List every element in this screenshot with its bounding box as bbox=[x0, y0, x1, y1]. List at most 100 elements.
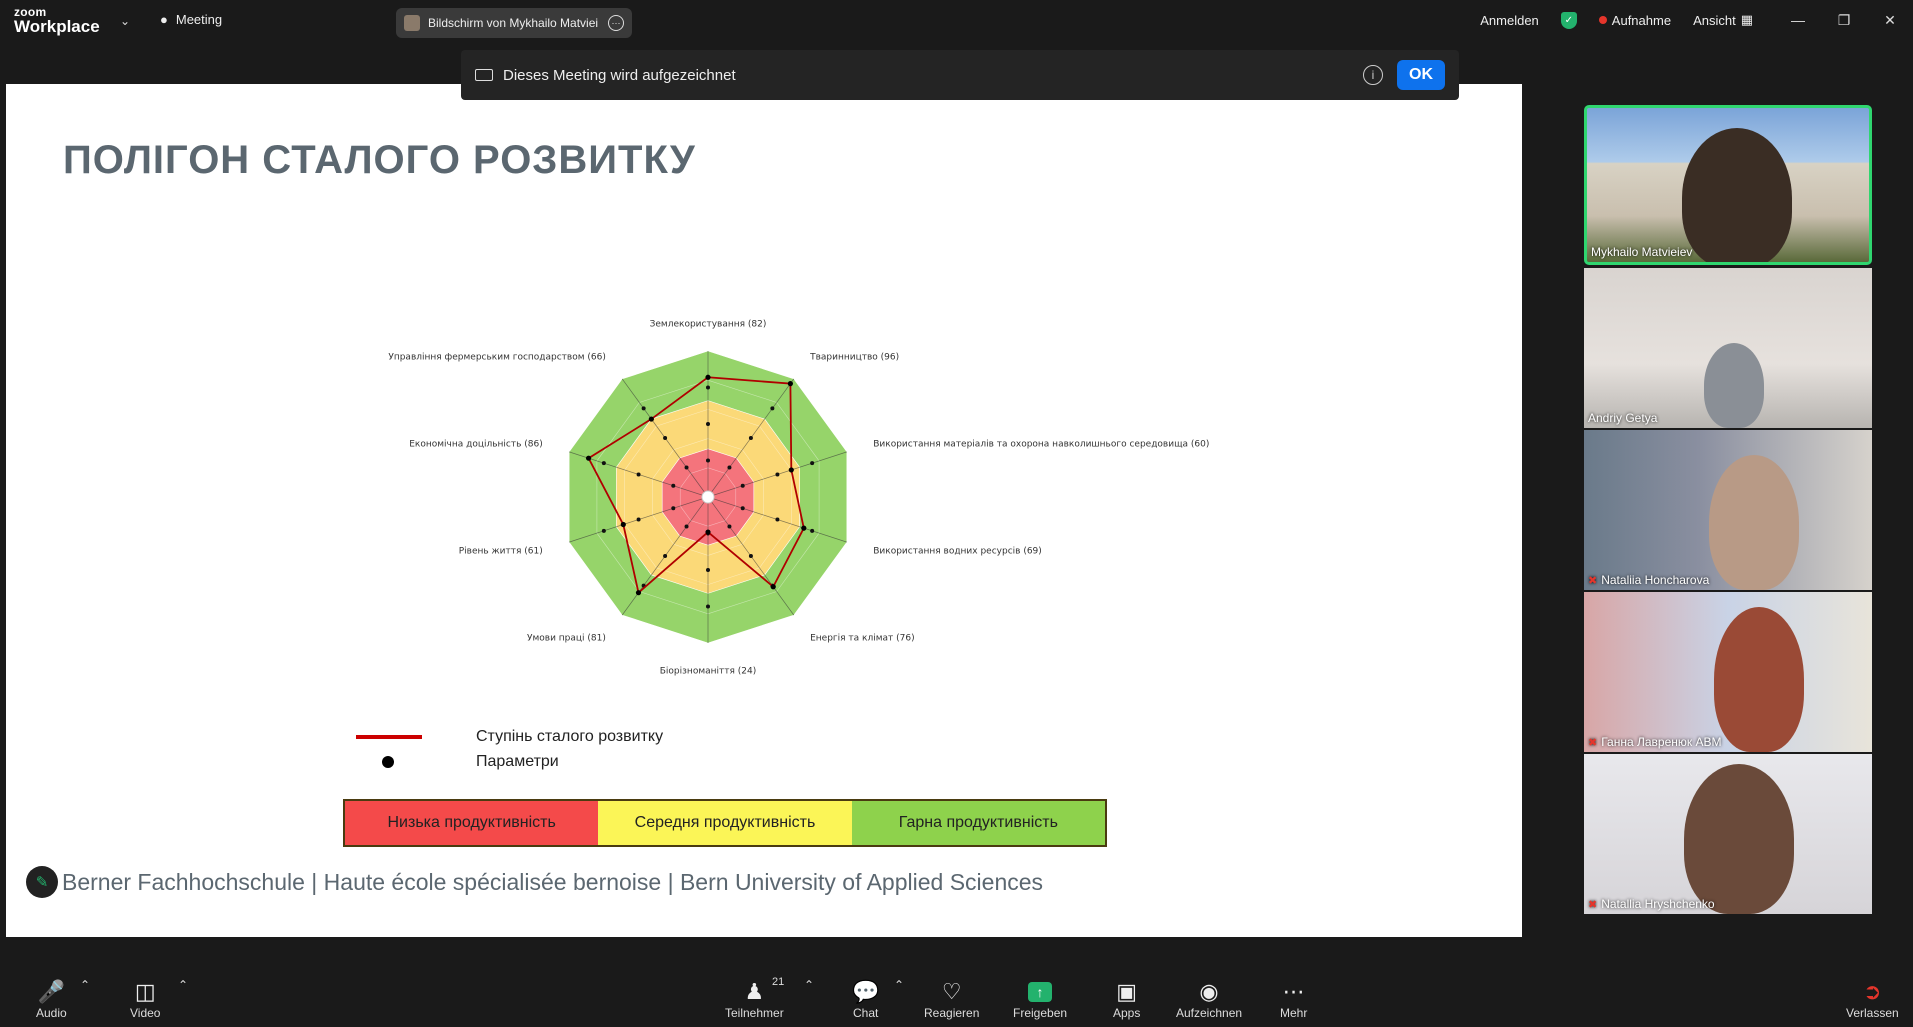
video-button[interactable]: ◫ Video bbox=[130, 978, 160, 1020]
meeting-tab[interactable]: ● Meeting bbox=[160, 12, 222, 27]
record-dot-icon bbox=[1598, 16, 1607, 24]
video-tile-4[interactable]: ✖ Ганна Лавренюк ABM bbox=[1584, 592, 1872, 752]
share-button[interactable]: ↑ Freigeben bbox=[1013, 978, 1067, 1020]
radar-tick-dot bbox=[671, 483, 676, 488]
sharer-avatar bbox=[404, 15, 420, 31]
close-button[interactable]: ✕ bbox=[1867, 12, 1913, 29]
radar-point bbox=[770, 584, 776, 590]
view-button[interactable]: Ansicht ▦ bbox=[1693, 12, 1753, 28]
radar-axis-label: Використання матеріалів та охорона навко… bbox=[873, 439, 1209, 449]
ellipsis-icon: ⋯ bbox=[1282, 979, 1305, 1004]
participant-video bbox=[1684, 764, 1794, 914]
share-arrow-icon: ↑ bbox=[1028, 982, 1053, 1002]
radar-point bbox=[801, 525, 807, 531]
more-options-icon[interactable]: ··· bbox=[608, 15, 624, 31]
chart-legend: Ступінь сталого розвитку Параметри bbox=[356, 724, 663, 774]
share-label: Freigeben bbox=[1013, 1006, 1068, 1020]
paw-icon: ● bbox=[160, 12, 168, 27]
more-button[interactable]: ⋯ Mehr bbox=[1280, 978, 1307, 1020]
participant-name-tag: Andriy Getya bbox=[1588, 411, 1657, 425]
leave-icon: ➲ bbox=[1863, 979, 1882, 1004]
productivity-scale: Низька продуктивність Середня продуктивн… bbox=[343, 799, 1107, 847]
notice-text: Dieses Meeting wird aufgezeichnet bbox=[503, 66, 736, 84]
radar-tick-dot bbox=[706, 385, 710, 390]
participant-name: Natallia Hryshchenko bbox=[1601, 897, 1715, 911]
red-line-swatch bbox=[356, 734, 422, 739]
recording-notice: Dieses Meeting wird aufgezeichnet i OK bbox=[461, 50, 1459, 100]
video-tile-1[interactable]: Mykhailo Matvieiev bbox=[1584, 105, 1872, 265]
participant-video bbox=[1682, 128, 1792, 262]
leave-label: Verlassen bbox=[1846, 1006, 1899, 1020]
radar-point bbox=[788, 467, 794, 473]
info-icon[interactable]: i bbox=[1363, 65, 1383, 85]
participant-name-tag: ✖ Ганна Лавренюк ABM bbox=[1588, 735, 1721, 749]
productivity-high: Гарна продуктивність bbox=[851, 801, 1105, 845]
record-label: Aufzeichnen bbox=[1176, 1006, 1243, 1020]
radar-tick-dot bbox=[748, 554, 753, 559]
radar-axis-label: Землекористування (82) bbox=[650, 319, 767, 329]
mic-off-icon: ✖ bbox=[1588, 574, 1598, 587]
audio-button[interactable]: 🎤 Audio bbox=[36, 978, 67, 1020]
video-options-chevron-icon[interactable]: ⌃ bbox=[178, 978, 188, 992]
radar-tick-dot bbox=[706, 458, 710, 463]
view-label: Ansicht bbox=[1693, 12, 1736, 28]
dot-swatch bbox=[382, 755, 394, 768]
meeting-toolbar: 🎤 Audio ⌃ ◫ Video ⌃ ♟ Teilnehmer 21 ⌃ 💬 … bbox=[0, 972, 1913, 1027]
annotate-pen-icon[interactable]: ✎ bbox=[26, 866, 58, 898]
radar-tick-dot bbox=[663, 435, 668, 440]
chat-button[interactable]: 💬 Chat bbox=[852, 978, 879, 1020]
participant-video bbox=[1714, 607, 1804, 752]
audio-label: Audio bbox=[36, 1006, 67, 1020]
participant-name: Ганна Лавренюк ABM bbox=[1601, 735, 1722, 749]
chevron-down-icon[interactable]: ⌄ bbox=[120, 14, 130, 28]
restore-button[interactable]: ❐ bbox=[1821, 12, 1867, 29]
participant-name: Nataliia Honcharova bbox=[1601, 573, 1710, 587]
notice-ok-button[interactable]: OK bbox=[1397, 60, 1445, 90]
screen-share-title: Bildschirm von Mykhailo Matviei bbox=[428, 16, 599, 30]
video-tile-2[interactable]: Andriy Getya bbox=[1584, 268, 1872, 428]
radar-tick-dot bbox=[601, 528, 606, 533]
video-label: Video bbox=[130, 1006, 161, 1020]
participant-name-tag: Mykhailo Matvieiev bbox=[1591, 245, 1692, 259]
radar-point bbox=[585, 455, 592, 461]
react-button[interactable]: ♡ Reagieren bbox=[924, 978, 979, 1020]
screen-share-tab[interactable]: Bildschirm von Mykhailo Matviei ··· bbox=[396, 8, 632, 38]
legend-item-dot: Параметри bbox=[356, 749, 663, 774]
radar-tick-dot bbox=[641, 406, 646, 411]
record-button[interactable]: ◉ Aufzeichnen bbox=[1176, 978, 1242, 1020]
radar-center bbox=[701, 490, 715, 504]
radar-tick-dot bbox=[740, 483, 745, 488]
security-indicator[interactable]: ✓ bbox=[1560, 11, 1577, 29]
video-tile-5[interactable]: ✖ Natallia Hryshchenko bbox=[1584, 754, 1872, 914]
chat-options-chevron-icon[interactable]: ⌃ bbox=[894, 978, 904, 992]
radar-tick-dot bbox=[684, 524, 689, 529]
legend-dot-label: Параметри bbox=[476, 752, 559, 770]
record-icon: ◉ bbox=[1199, 979, 1219, 1004]
shared-screen: ПОЛІГОН СТАЛОГО РОЗВИТКУ Землекористуван… bbox=[6, 84, 1522, 937]
participants-options-chevron-icon[interactable]: ⌃ bbox=[804, 978, 814, 992]
recording-indicator[interactable]: Aufnahme bbox=[1598, 13, 1671, 28]
radar-point bbox=[705, 374, 711, 380]
participant-name: Mykhailo Matvieiev bbox=[1591, 245, 1693, 259]
radar-point bbox=[635, 590, 642, 596]
radar-tick-dot bbox=[775, 517, 780, 522]
participant-video bbox=[1704, 343, 1764, 428]
participants-label: Teilnehmer bbox=[725, 1006, 784, 1020]
radar-tick-dot bbox=[706, 604, 710, 609]
apps-button[interactable]: ▣ Apps bbox=[1113, 978, 1140, 1020]
radar-point bbox=[705, 529, 711, 535]
video-tile-3[interactable]: ✖ Nataliia Honcharova bbox=[1584, 430, 1872, 590]
top-right-controls: Anmelden ✓ Aufnahme Ansicht ▦ — ❐ ✕ bbox=[1480, 0, 1913, 40]
signin-link[interactable]: Anmelden bbox=[1480, 13, 1539, 28]
heart-icon: ♡ bbox=[941, 979, 962, 1004]
radar-point bbox=[648, 416, 654, 422]
radar-tick-dot bbox=[706, 422, 710, 426]
productivity-low: Низька продуктивність bbox=[345, 801, 599, 845]
leave-button[interactable]: ➲ Verlassen bbox=[1846, 978, 1899, 1020]
audio-options-chevron-icon[interactable]: ⌃ bbox=[80, 978, 90, 992]
footer-text: Berner Fachhochschule | Haute école spéc… bbox=[62, 868, 1044, 895]
radar-tick-dot bbox=[636, 517, 641, 522]
minimize-button[interactable]: — bbox=[1775, 12, 1821, 28]
participant-name: Andriy Getya bbox=[1588, 411, 1658, 425]
title-bar: zoom Workplace ⌄ ● Meeting Bildschirm vo… bbox=[0, 0, 1913, 44]
